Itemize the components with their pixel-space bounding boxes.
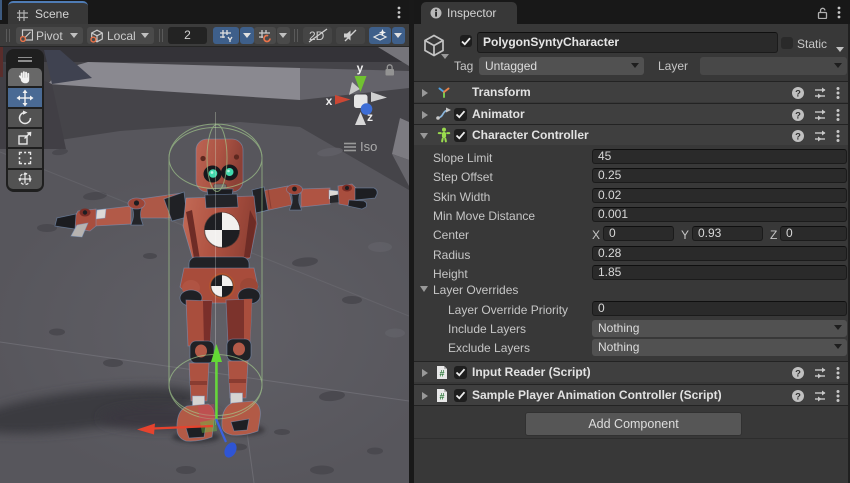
svg-text:?: ? (795, 391, 801, 402)
svg-text:z: z (367, 110, 373, 124)
svg-text:?: ? (795, 110, 801, 121)
svg-text:?: ? (795, 132, 801, 143)
svg-text:?: ? (795, 89, 801, 100)
svg-text:Iso: Iso (360, 139, 377, 154)
svg-text:y: y (357, 61, 364, 75)
svg-text:#: # (439, 391, 444, 401)
svg-text:#: # (439, 369, 444, 379)
svg-text:x: x (326, 94, 333, 108)
svg-text:?: ? (795, 369, 801, 380)
